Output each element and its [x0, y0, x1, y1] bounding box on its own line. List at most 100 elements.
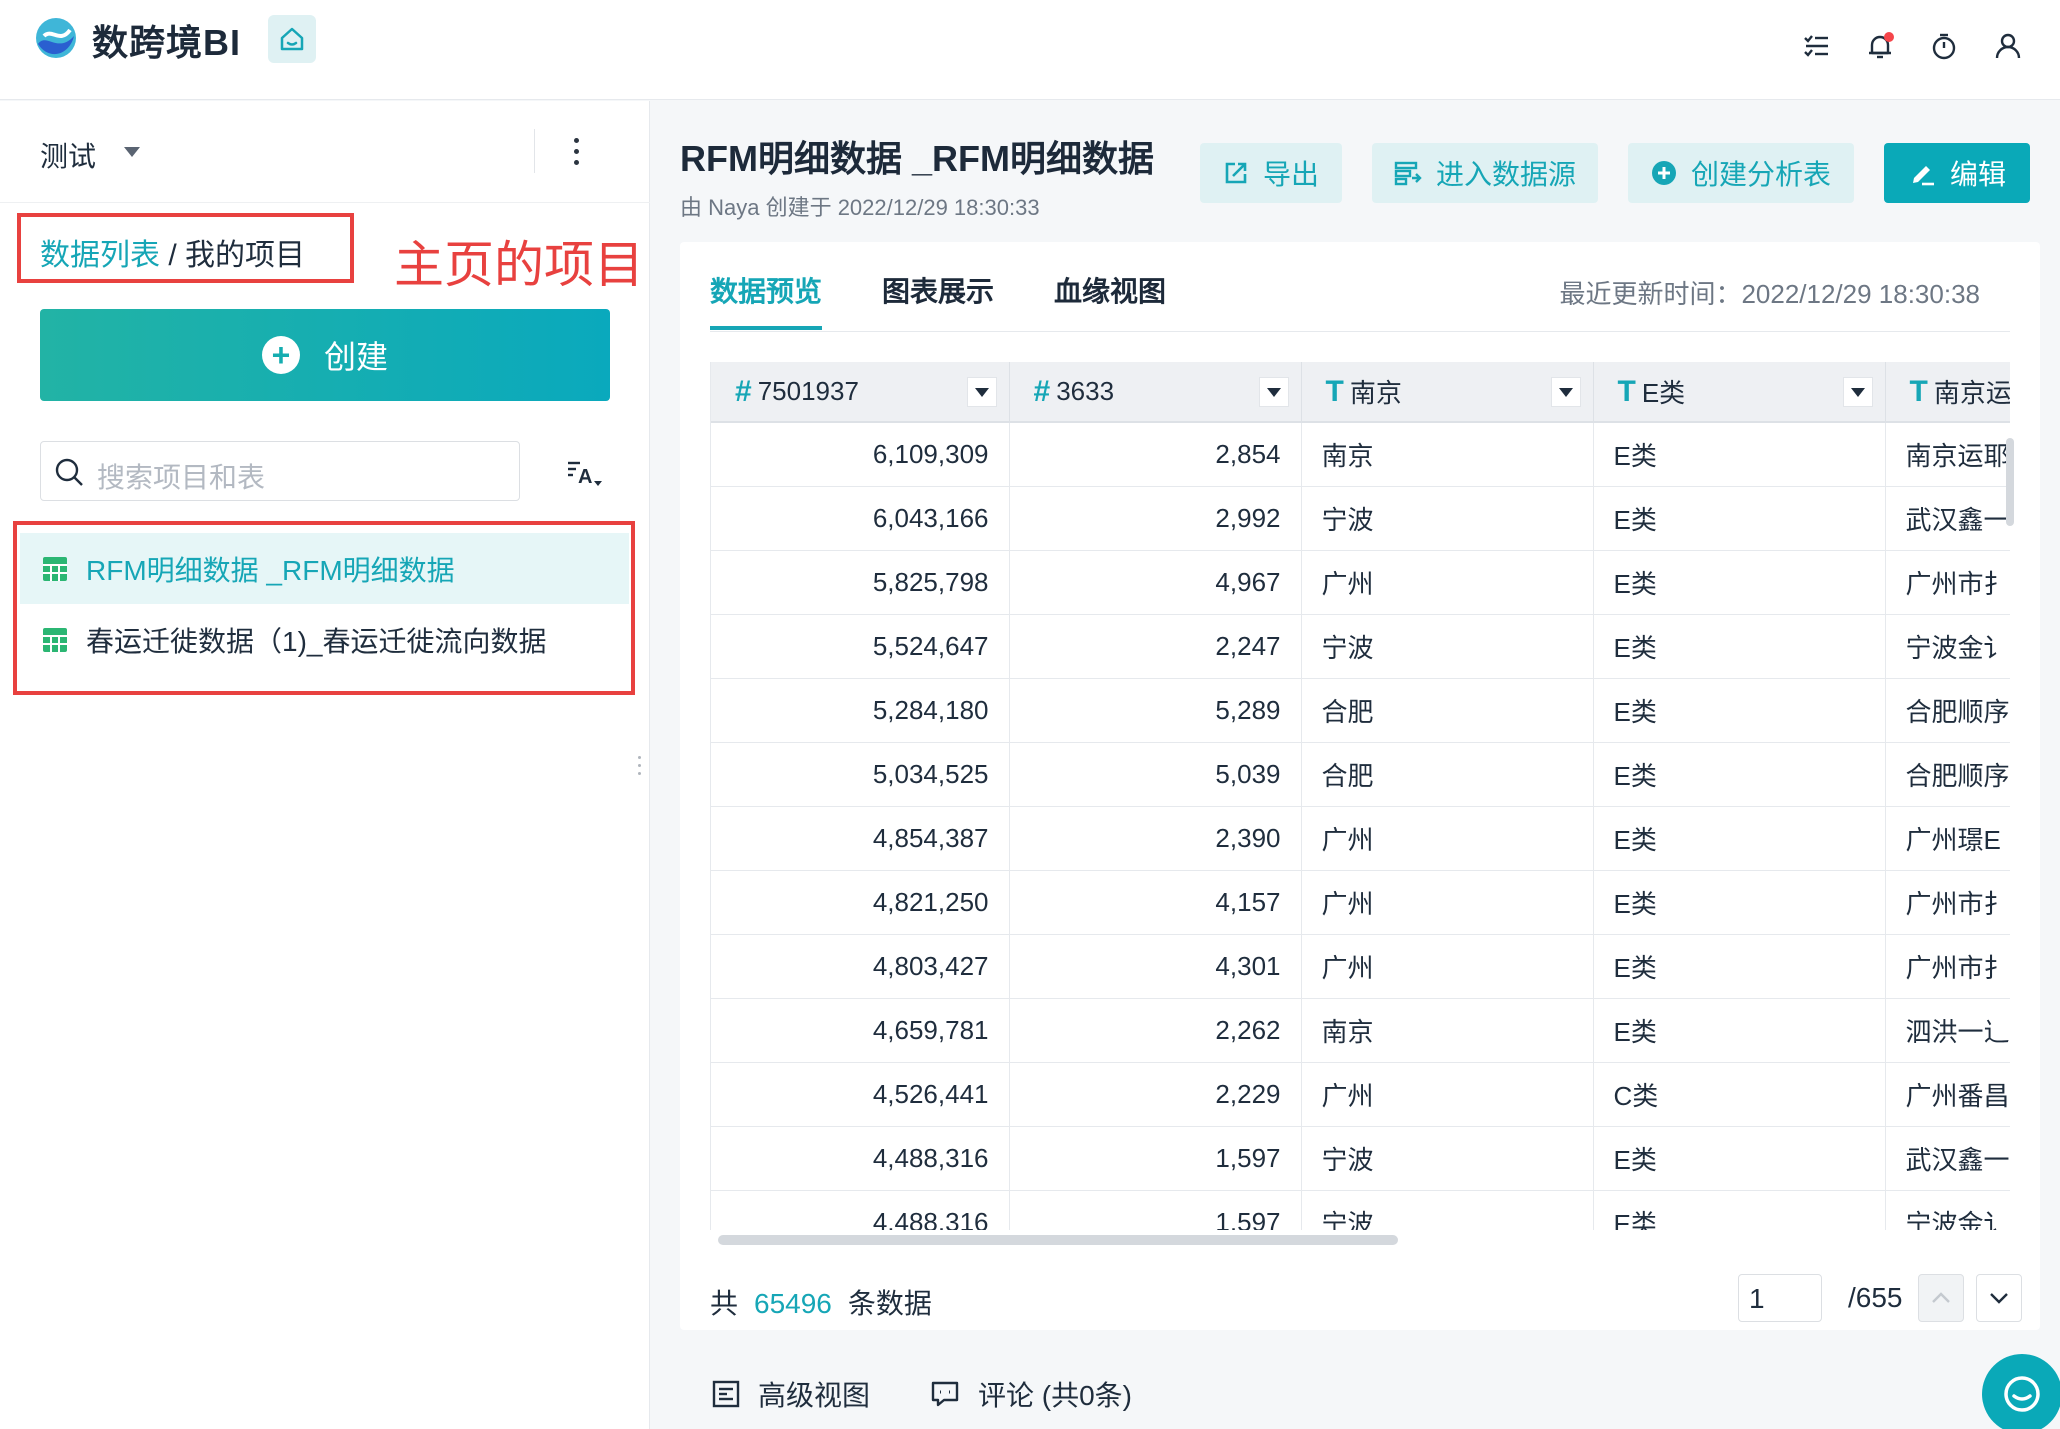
chat-icon	[2004, 1376, 2040, 1412]
table-header-row: #7501937 #3633 T 南京 T E类 T 南京运	[711, 362, 2010, 423]
top-bar: 数跨境BI	[0, 0, 2060, 100]
app-logo[interactable]: 数跨境BI	[30, 14, 241, 66]
create-button[interactable]: + 创建	[40, 309, 610, 401]
edit-button-label: 编辑	[1949, 159, 2006, 190]
home-button[interactable]	[268, 15, 316, 63]
next-page-button[interactable]	[1976, 1274, 2022, 1322]
list-item[interactable]: RFM明细数据 _RFM明细数据	[20, 533, 629, 604]
left-panel: 测试 数据列表 / 我的项目 主页的项目 + 创建 搜索项目和表 A RFM明细…	[0, 101, 650, 1429]
column-header[interactable]: #7501937	[711, 362, 1010, 423]
table-cell: 4,659,781	[711, 998, 1010, 1063]
table-cell: 宁波金讠	[1885, 614, 2010, 679]
table-row[interactable]: 4,821,250 4,157 广州 E类 广州市扌	[711, 870, 2010, 935]
column-header[interactable]: T 南京	[1301, 362, 1594, 423]
project-selector[interactable]: 测试	[40, 135, 96, 175]
table-row[interactable]: 4,659,781 2,262 南京 E类 泗洪一辶	[711, 998, 2010, 1063]
edit-button[interactable]: 编辑	[1884, 143, 2030, 203]
tab-bar: 数据预览 图表展示 血缘视图 最近更新时间：2022/12/29 18:30:3…	[710, 242, 2010, 332]
panel-resize-handle[interactable]	[636, 756, 642, 786]
page-title: RFM明细数据 _RFM明细数据	[680, 138, 1154, 179]
column-header[interactable]: #3633	[1009, 362, 1302, 423]
table-cell: 武汉鑫一	[1885, 1126, 2010, 1191]
tab-chart-display[interactable]: 图表展示	[882, 270, 994, 310]
table-row[interactable]: 5,034,525 5,039 合肥 E类 合肥顺序	[711, 742, 2010, 807]
table-cell: E类	[1593, 550, 1886, 615]
table-cell: 武汉鑫一	[1885, 486, 2010, 551]
table-cell: 合肥	[1301, 742, 1594, 807]
enter-datasource-button[interactable]: 进入数据源	[1372, 143, 1598, 203]
home-icon	[280, 27, 304, 51]
export-button[interactable]: 导出	[1200, 143, 1342, 203]
comments-button[interactable]: 评论 (共0条)	[930, 1374, 1132, 1414]
prev-page-button[interactable]	[1918, 1274, 1964, 1322]
table-cell: 2,854	[1009, 422, 1302, 487]
table-cell: 广州	[1301, 806, 1594, 871]
table-row[interactable]: 6,043,166 2,992 宁波 E类 武汉鑫一	[711, 486, 2010, 551]
table-row[interactable]: 4,854,387 2,390 广州 E类 广州璟E	[711, 806, 2010, 871]
column-dropdown-icon[interactable]	[1258, 377, 1289, 407]
table-row[interactable]: 4,803,427 4,301 广州 E类 广州市扌	[711, 934, 2010, 999]
total-prefix: 共	[710, 1288, 739, 1319]
table-cell: 广州番昌	[1885, 1062, 2010, 1127]
table-row[interactable]: 4,526,441 2,229 广州 C类 广州番昌	[711, 1062, 2010, 1127]
annotation-label: 主页的项目	[394, 237, 644, 293]
comments-label: 评论 (共0条)	[978, 1380, 1133, 1411]
table-cell: E类	[1593, 422, 1886, 487]
horizontal-scrollbar[interactable]	[718, 1235, 1398, 1245]
tab-data-preview[interactable]: 数据预览	[710, 270, 822, 310]
table-row[interactable]: 5,825,798 4,967 广州 E类 广州市扌	[711, 550, 2010, 615]
caret-down-icon[interactable]	[124, 147, 140, 157]
breadcrumb: 数据列表 / 我的项目	[40, 230, 305, 274]
more-vertical-icon[interactable]	[566, 131, 586, 171]
table-cell: 2,992	[1009, 486, 1302, 551]
table-row[interactable]: 4,488,316 1,597 宁波 E类 武汉鑫一	[711, 1126, 2010, 1191]
table-row[interactable]: 5,524,647 2,247 宁波 E类 宁波金讠	[711, 614, 2010, 679]
divider	[534, 129, 535, 173]
advanced-view-button[interactable]: 高级视图	[712, 1374, 870, 1414]
column-header[interactable]: T 南京运	[1885, 362, 2010, 423]
column-dropdown-icon[interactable]	[1842, 377, 1873, 407]
table-cell: 2,390	[1009, 806, 1302, 871]
table-cell: 宁波	[1301, 1126, 1594, 1191]
table-cell: 广州	[1301, 550, 1594, 615]
timer-icon[interactable]	[1928, 30, 1960, 62]
table-cell: 4,488,316	[711, 1126, 1010, 1191]
column-header-label: 南京运	[1933, 378, 2010, 408]
column-dropdown-icon[interactable]	[966, 377, 997, 407]
table-row[interactable]: 4,488,316 1,597 宁波 E类 宁波金讠	[711, 1190, 2010, 1230]
last-updated-time: 最近更新时间：2022/12/29 18:30:38	[1559, 279, 1980, 309]
table-icon	[43, 627, 67, 652]
table-cell: 合肥顺序	[1885, 678, 2010, 743]
column-header-label: 7501937	[757, 376, 859, 406]
table-cell: 6,109,309	[711, 422, 1010, 487]
vertical-scrollbar[interactable]	[2006, 438, 2014, 526]
total-count-value: 65496	[754, 1288, 832, 1319]
table-cell: 宁波	[1301, 486, 1594, 551]
chevron-up-icon	[1932, 1292, 1950, 1303]
column-dropdown-icon[interactable]	[1550, 377, 1581, 407]
page-number-input[interactable]: 1	[1738, 1274, 1822, 1322]
task-list-icon[interactable]	[1800, 30, 1832, 62]
table-row[interactable]: 6,109,309 2,854 南京 E类 南京运耶	[711, 422, 2010, 487]
column-header[interactable]: T E类	[1593, 362, 1886, 423]
breadcrumb-root-link[interactable]: 数据列表	[40, 239, 160, 272]
table-cell: 南京	[1301, 422, 1594, 487]
table-cell: 2,247	[1009, 614, 1302, 679]
data-table-container[interactable]: #7501937 #3633 T 南京 T E类 T 南京运 6,109,309 2,8…	[710, 362, 2010, 1230]
list-item[interactable]: 春运迁徙数据（1)_春运迁徙流向数据	[20, 604, 629, 675]
search-input[interactable]: 搜索项目和表	[40, 441, 520, 501]
chat-support-button[interactable]	[1982, 1354, 2060, 1429]
table-cell: 宁波金讠	[1885, 1190, 2010, 1230]
bell-icon[interactable]	[1864, 30, 1896, 62]
logo-mark-icon	[30, 14, 82, 66]
list-item-label: 春运迁徙数据（1)_春运迁徙流向数据	[86, 625, 547, 657]
logo-text: 数跨境BI	[92, 22, 242, 63]
create-analysis-button[interactable]: 创建分析表	[1628, 143, 1854, 203]
table-row[interactable]: 5,284,180 5,289 合肥 E类 合肥顺序	[711, 678, 2010, 743]
data-card: 数据预览 图表展示 血缘视图 最近更新时间：2022/12/29 18:30:3…	[680, 242, 2040, 1330]
tab-lineage-view[interactable]: 血缘视图	[1054, 270, 1166, 310]
table-cell: 宁波	[1301, 614, 1594, 679]
sort-icon[interactable]: A	[566, 457, 606, 491]
user-icon[interactable]	[1992, 30, 2024, 62]
notification-dot	[1884, 32, 1894, 42]
